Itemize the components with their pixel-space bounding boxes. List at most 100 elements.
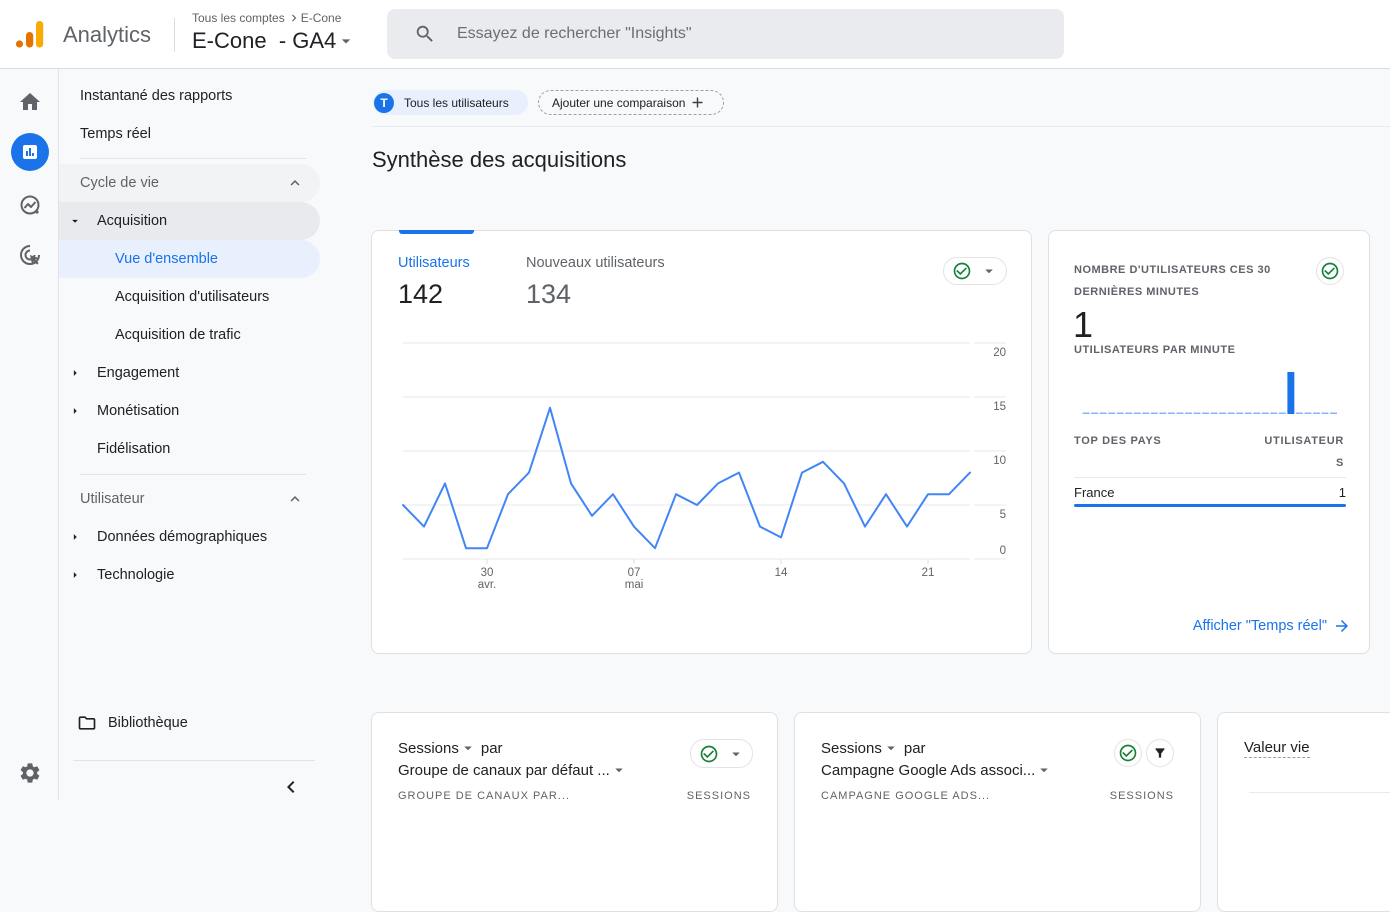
header-divider xyxy=(174,18,175,52)
sidebar-item-realtime[interactable]: Temps réel xyxy=(59,115,320,153)
y-tick-label: 5 xyxy=(1000,509,1006,521)
sidebar-item-label: Vue d'ensemble xyxy=(115,251,218,267)
data-point xyxy=(862,524,868,530)
property-name[interactable]: E-Cone - GA4 xyxy=(192,28,336,54)
sidebar-item-label: Fidélisation xyxy=(97,441,171,457)
view-realtime-label: Afficher "Temps réel" xyxy=(1192,618,1327,634)
sessions-column-header[interactable]: SESSIONS xyxy=(1110,790,1174,802)
realtime-users-value: 1 xyxy=(1073,304,1094,345)
card-divider xyxy=(1249,792,1390,793)
card-metric: Sessions xyxy=(821,739,882,757)
rail-advertising-button[interactable] xyxy=(10,235,50,275)
bar xyxy=(1185,412,1192,414)
users-per-minute-chart xyxy=(1082,372,1337,414)
sidebar-section-lifecycle[interactable]: Cycle de vie xyxy=(59,164,320,202)
rail-home-button[interactable] xyxy=(10,82,50,122)
bar xyxy=(1261,412,1269,414)
add-comparison-button[interactable]: Ajouter une comparaison xyxy=(538,90,724,115)
data-point xyxy=(589,513,595,519)
rail-settings-button[interactable] xyxy=(10,753,50,793)
app-name[interactable]: Analytics xyxy=(63,22,151,48)
sidebar-item-acquisition[interactable]: Acquisition xyxy=(59,202,320,240)
filter-icon xyxy=(1155,748,1165,758)
data-point xyxy=(505,491,511,497)
segment-chip[interactable]: T Tous les utilisateurs xyxy=(373,90,528,115)
country-name: France xyxy=(1074,485,1115,500)
plus-icon xyxy=(692,97,703,108)
segment-avatar: T xyxy=(374,92,394,113)
card-dimension-selector[interactable]: Campagne Google Ads associ... xyxy=(821,761,1053,779)
sidebar-item-technology[interactable]: Technologie xyxy=(59,556,320,594)
data-point xyxy=(652,545,658,551)
sidebar-item-retention[interactable]: Fidélisation xyxy=(59,430,320,468)
realtime-status-button[interactable] xyxy=(1316,257,1344,285)
sidebar-section-user[interactable]: Utilisateur xyxy=(59,480,320,518)
sidebar-item-demographics[interactable]: Données démographiques xyxy=(59,518,320,556)
data-point xyxy=(925,491,931,497)
caret-down-icon xyxy=(464,746,472,751)
card-dimension-selector[interactable]: Groupe de canaux par défaut ... xyxy=(398,761,628,779)
bar xyxy=(1108,412,1116,414)
country-users: 1 xyxy=(1338,485,1346,500)
collapse-sidebar-button[interactable] xyxy=(279,775,303,799)
nav-rail xyxy=(0,69,59,800)
sidebar-item-label: Bibliothèque xyxy=(108,715,188,731)
sidebar-item-reports-snapshot[interactable]: Instantané des rapports xyxy=(59,77,320,115)
analytics-logo-icon[interactable] xyxy=(15,19,45,49)
metric-tab-users[interactable]: Utilisateurs 142 xyxy=(398,253,470,311)
rail-explore-button[interactable] xyxy=(10,185,50,225)
sidebar-item-library[interactable]: Bibliothèque xyxy=(59,704,320,742)
sidebar-item-label: Temps réel xyxy=(80,126,151,142)
sidebar-item-label: Données démographiques xyxy=(97,529,268,545)
card-metric-selector[interactable]: Sessions par xyxy=(398,739,503,757)
metric-tab-new-users[interactable]: Nouveaux utilisateurs 134 xyxy=(526,253,665,311)
data-point xyxy=(442,480,448,486)
countries-column-header: TOP DES PAYS xyxy=(1074,435,1162,447)
lifetime-value-title[interactable]: Valeur vie xyxy=(1244,739,1310,758)
data-point xyxy=(799,470,805,476)
sidebar-item-label: Acquisition de trafic xyxy=(115,327,241,343)
arrow-right-icon xyxy=(1336,620,1348,632)
sidebar-item-label: Technologie xyxy=(97,567,175,583)
search-bar[interactable] xyxy=(387,9,1064,59)
card-connector: par xyxy=(903,739,926,757)
property-selector[interactable]: E-Cone - GA4 xyxy=(192,28,356,54)
data-point xyxy=(883,491,889,497)
view-realtime-link[interactable]: Afficher "Temps réel" xyxy=(1193,617,1351,635)
card-metric-selector[interactable]: Sessions par xyxy=(821,739,926,757)
sidebar-item-user-acquisition[interactable]: Acquisition d'utilisateurs xyxy=(59,278,320,316)
card-dimension: Groupe de canaux par défaut ... xyxy=(398,761,610,779)
sidebar-item-traffic-acquisition[interactable]: Acquisition de trafic xyxy=(59,316,320,354)
bar xyxy=(1091,412,1099,414)
sessions-column-header[interactable]: SESSIONS xyxy=(687,790,751,802)
bar xyxy=(1253,412,1261,414)
metric-label: Nouveaux utilisateurs xyxy=(526,255,665,271)
caret-down-icon[interactable] xyxy=(336,31,356,51)
sidebar-divider xyxy=(80,158,306,159)
page-title: Synthèse des acquisitions xyxy=(372,147,627,172)
dimension-column-header: CAMPAGNE GOOGLE ADS... xyxy=(821,790,991,802)
card-options-button[interactable] xyxy=(690,739,753,768)
breadcrumb-root[interactable]: Tous les comptes xyxy=(192,11,285,25)
sidebar-item-acquisition-overview[interactable]: Vue d'ensemble xyxy=(59,240,320,278)
table-divider xyxy=(1074,477,1346,478)
gear-icon xyxy=(20,763,40,783)
search-input[interactable] xyxy=(455,9,1045,59)
breadcrumb-account[interactable]: E-Cone xyxy=(301,11,342,25)
bar xyxy=(1227,412,1235,414)
data-point xyxy=(400,502,406,508)
card-filter-button[interactable] xyxy=(1146,739,1174,767)
sidebar-item-label: Acquisition xyxy=(97,213,168,229)
rail-reports-button[interactable] xyxy=(11,133,49,171)
sidebar-item-engagement[interactable]: Engagement xyxy=(59,354,320,392)
card-options-button[interactable] xyxy=(943,257,1007,285)
sidebar-item-monetization[interactable]: Monétisation xyxy=(59,392,320,430)
sidebar-item-label: Instantané des rapports xyxy=(80,88,233,104)
bar xyxy=(1236,412,1244,414)
card-status-button[interactable] xyxy=(1114,739,1142,767)
metric-label: Utilisateurs xyxy=(398,255,470,271)
data-point xyxy=(904,524,910,530)
caret-right-icon xyxy=(73,408,77,414)
sidebar-section-label: Cycle de vie xyxy=(80,175,159,191)
bar xyxy=(1167,412,1175,414)
